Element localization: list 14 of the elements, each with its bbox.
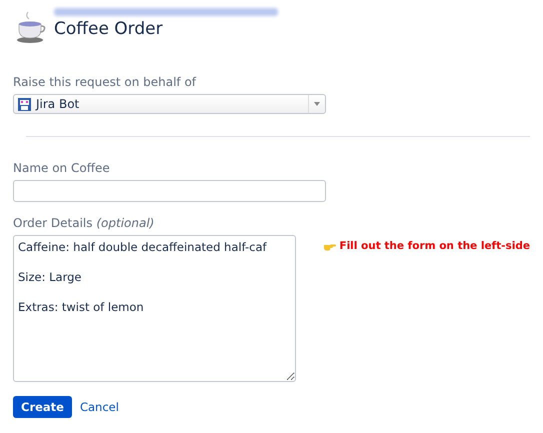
- user-select[interactable]: Jira Bot: [13, 94, 326, 114]
- pointing-hand-icon: [324, 242, 336, 250]
- hint-text: Fill out the form on the left-side: [339, 240, 530, 252]
- page-title: Coffee Order: [54, 19, 164, 39]
- caret-icon: [314, 102, 320, 106]
- robot-icon: [18, 98, 31, 110]
- field-label: Raise this request on behalf of: [13, 75, 198, 89]
- name-input[interactable]: [13, 180, 326, 202]
- cancel-link[interactable]: Cancel: [80, 400, 119, 414]
- coffee-cup-icon: [16, 10, 46, 44]
- create-button[interactable]: Create: [13, 396, 72, 418]
- field-label: Order Details (optional): [13, 216, 156, 230]
- field-label: Name on Coffee: [13, 161, 111, 175]
- order-details-textarea[interactable]: Caffeine: half double decaffeinated half-caf Size: Large Extras: twist of lemon: [13, 235, 296, 382]
